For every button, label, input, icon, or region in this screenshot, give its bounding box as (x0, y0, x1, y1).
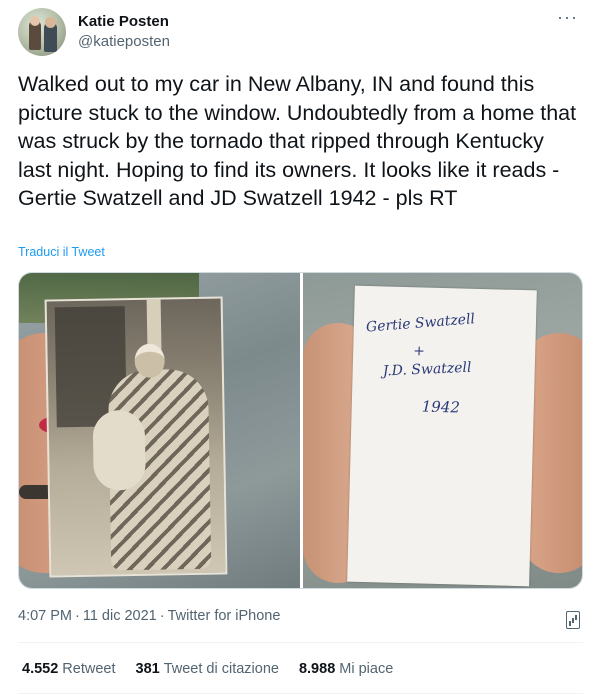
display-name[interactable]: Katie Posten (78, 13, 169, 30)
avatar[interactable] (18, 8, 66, 56)
photo-back-card: Gertie Swatzell + J.D. Swatzell 1942 (347, 285, 537, 587)
tweet-header: Katie Posten @katieposten ··· (18, 8, 584, 58)
quotes-label: Tweet di citazione (163, 661, 279, 677)
retweets-count: 4.552 (22, 661, 59, 677)
photo-baby (92, 409, 146, 491)
handwriting-line-3: J.D. Swatzell (382, 359, 472, 380)
analytics-icon[interactable] (566, 611, 580, 629)
vintage-photo (44, 296, 228, 578)
quotes-stat[interactable]: 381 Tweet di citazione (136, 661, 279, 677)
handwriting-line-4: 1942 (421, 397, 461, 417)
avatar-person-left-head (30, 16, 40, 26)
likes-label: Mi piace (339, 661, 394, 677)
meta-separator: · (75, 608, 80, 624)
retweets-stat[interactable]: 4.552 Retweet (22, 661, 116, 677)
quotes-count: 381 (135, 661, 160, 677)
handwriting-line-2: + (413, 343, 426, 360)
divider (18, 642, 583, 643)
tweet-meta: 4:07 PM · 11 dic 2021 · Twitter for iPhone (18, 608, 280, 624)
retweets-label: Retweet (62, 661, 116, 677)
photo-back[interactable]: Gertie Swatzell + J.D. Swatzell 1942 (303, 273, 582, 588)
photo-front[interactable] (19, 273, 300, 588)
likes-stat[interactable]: 8.988 Mi piace (299, 661, 393, 677)
username[interactable]: @katieposten (78, 33, 170, 50)
media-gallery[interactable]: Gertie Swatzell + J.D. Swatzell 1942 (18, 272, 583, 589)
meta-separator: · (159, 608, 165, 624)
tweet-date[interactable]: 11 dic 2021 (83, 608, 157, 624)
translate-tweet-link[interactable]: Traduci il Tweet (18, 245, 105, 259)
tweet-text: Walked out to my car in New Albany, IN a… (18, 72, 577, 210)
tweet-time[interactable]: 4:07 PM (18, 608, 72, 624)
handwriting-line-1: Gertie Swatzell (365, 311, 476, 336)
avatar-person-right-head (45, 17, 56, 28)
tweet-source[interactable]: Twitter for iPhone (168, 608, 281, 624)
more-horizontal-icon[interactable]: ··· (557, 8, 578, 26)
tweet-stats: 4.552 Retweet 381 Tweet di citazione 8.988… (22, 661, 393, 677)
likes-count: 8.988 (298, 661, 336, 677)
divider (18, 693, 583, 694)
